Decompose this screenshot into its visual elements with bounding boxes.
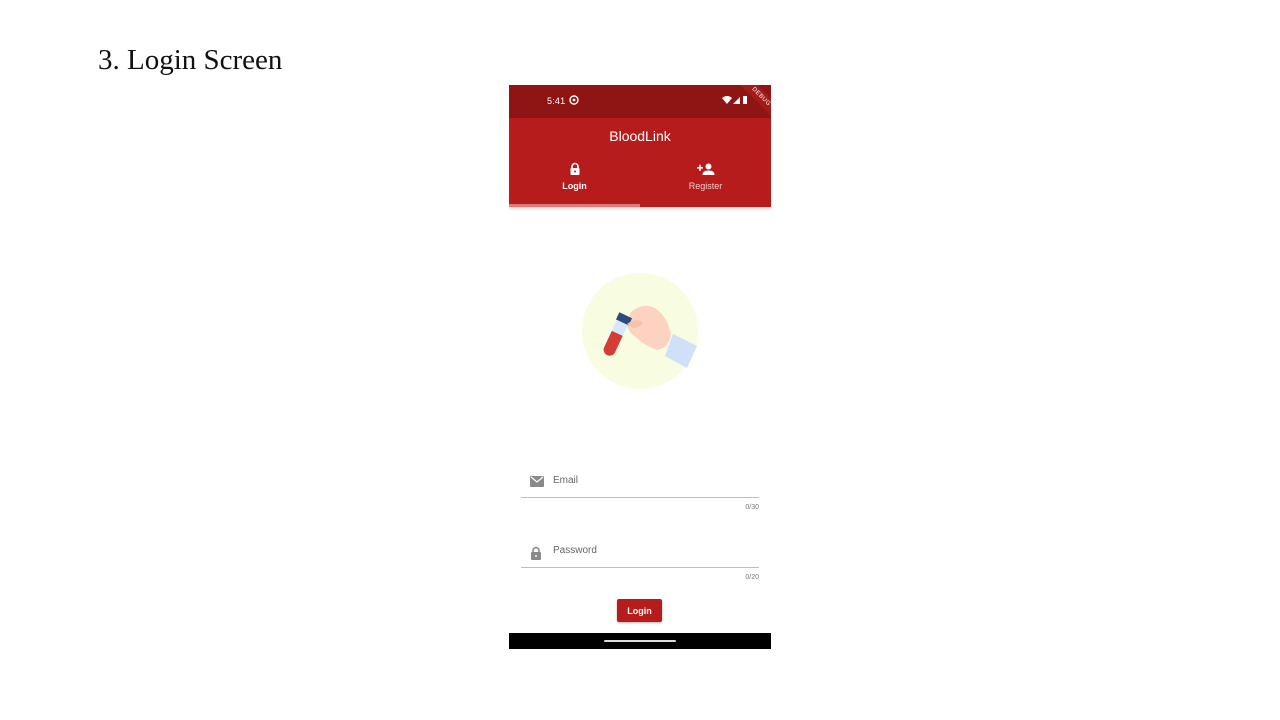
phone-screen: 5:41 DEBUG BloodLink Login Register Emai…: [509, 85, 771, 649]
wifi-icon: [722, 96, 732, 104]
status-icons: [722, 96, 747, 104]
email-icon: [530, 476, 544, 487]
password-field: 0/20: [521, 535, 759, 585]
email-field: 0/30: [521, 465, 759, 515]
password-underline: [521, 567, 759, 568]
system-nav-bar: [509, 633, 771, 649]
tab-register[interactable]: Register: [640, 162, 771, 207]
password-counter: 0/20: [745, 574, 759, 581]
settings-notification-icon: [569, 95, 579, 105]
app-bar: BloodLink Login Register: [509, 118, 771, 207]
person-add-icon: [696, 163, 714, 175]
tab-login[interactable]: Login: [509, 162, 640, 207]
signal-icon: [733, 97, 740, 104]
blood-sample-illustration: [582, 273, 698, 389]
email-underline: [521, 497, 759, 498]
tab-indicator: [509, 204, 640, 207]
battery-icon: [743, 96, 747, 104]
login-button[interactable]: Login: [617, 599, 662, 622]
password-input[interactable]: [553, 541, 753, 559]
tab-register-label: Register: [688, 181, 723, 191]
slide-title: 3. Login Screen: [98, 44, 283, 76]
lock-icon: [570, 162, 579, 175]
app-title: BloodLink: [609, 128, 671, 144]
status-bar: 5:41 DEBUG: [509, 85, 771, 124]
lock-icon: [531, 546, 541, 560]
home-indicator[interactable]: [604, 640, 676, 642]
email-counter: 0/30: [745, 504, 759, 511]
email-input[interactable]: [553, 471, 753, 489]
tab-login-label: Login: [562, 181, 587, 191]
status-time: 5:41: [547, 96, 566, 106]
